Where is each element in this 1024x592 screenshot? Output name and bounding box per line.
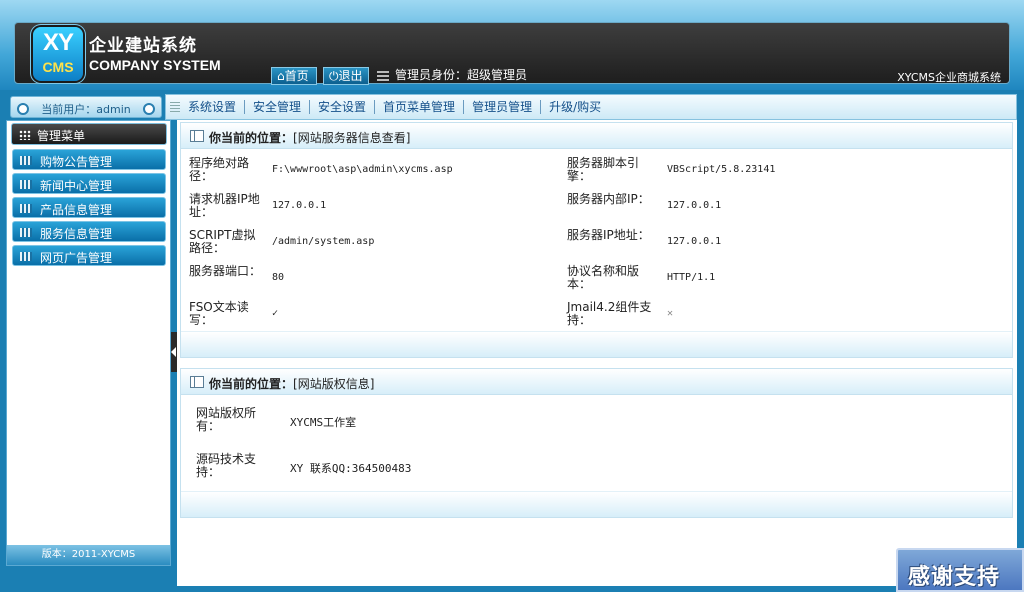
table-row: 请求机器IP地址： 127.0.0.1 服务器内部IP： 127.0.0.1	[189, 191, 989, 227]
sidebar: 管理菜单 购物公告管理 新闻中心管理 产品信息管理 服务信息管理 网页广告管理 …	[6, 120, 171, 566]
menu-header-label: 管理菜单	[37, 129, 86, 143]
nav-item-admin-management[interactable]: 管理员管理	[463, 100, 540, 114]
logo-xy-text: XY	[42, 29, 74, 56]
sidebar-item-news-center[interactable]: 新闻中心管理	[12, 173, 166, 194]
sidebar-item-services[interactable]: 服务信息管理	[12, 221, 166, 242]
panel-footer	[181, 331, 1012, 357]
brand-name: XYCMS企业商城系统	[897, 71, 1001, 84]
menu-header[interactable]: 管理菜单	[11, 123, 167, 145]
field-value: F:\wwwroot\asp\admin\xycms.asp	[272, 164, 453, 175]
table-row: 服务器端口： 80 协议名称和版本： HTTP/1.1	[189, 263, 989, 299]
grid-icon	[19, 130, 31, 140]
cross-icon: ✕	[667, 308, 674, 319]
table-row: 程序绝对路径： F:\wwwroot\asp\admin\xycms.asp 服…	[189, 155, 989, 191]
field-label: 服务器脚本引擎：	[567, 156, 640, 183]
field-label: 网站版权所有：	[196, 406, 257, 433]
nav-item-home-menu[interactable]: 首页菜单管理	[374, 100, 463, 114]
pin-icon	[143, 103, 155, 115]
check-icon: ✓	[272, 308, 279, 319]
list-icon	[20, 228, 32, 237]
nav-item-system-settings[interactable]: 系统设置	[184, 100, 244, 114]
field-value: VBScript/5.8.23141	[667, 164, 776, 175]
panel-header: 你当前的位置：[网站版权信息]	[181, 369, 1012, 395]
thanks-support-badge[interactable]: 感谢支持	[896, 548, 1024, 592]
field-value: 127.0.0.1	[667, 236, 722, 247]
logo-title-cn: 企业建站系统	[89, 36, 197, 56]
logo-cms-text: CMS	[42, 59, 74, 75]
field-value: 80	[272, 272, 285, 283]
sidebar-item-ads[interactable]: 网页广告管理	[12, 245, 166, 266]
power-icon: ⏻	[329, 69, 339, 83]
current-user-bar: 当前用户：admin	[10, 96, 162, 118]
panel-footer	[181, 491, 1012, 517]
sidebar-item-shopping-notice[interactable]: 购物公告管理	[12, 149, 166, 170]
home-button-label: 首页	[284, 69, 309, 83]
field-label: 源码技术支持：	[196, 452, 257, 479]
home-icon: ⌂	[277, 69, 285, 83]
field-label: FSO文本读写：	[189, 300, 249, 327]
field-label: 服务器内部IP：	[567, 192, 650, 206]
server-info-panel: 你当前的位置：[网站服务器信息查看] 程序绝对路径： F:\wwwroot\as…	[180, 122, 1013, 358]
field-value: 127.0.0.1	[272, 200, 327, 211]
window-icon	[190, 376, 204, 388]
table-row: SCRIPT虚拟路径： /admin/system.asp 服务器IP地址： 1…	[189, 227, 989, 263]
field-label: 服务器端口：	[189, 264, 262, 278]
list-icon	[377, 71, 389, 81]
panel-title: 你当前的位置：[网站服务器信息查看]	[209, 131, 411, 145]
sidebar-item-label: 产品信息管理	[40, 203, 113, 217]
field-label: 服务器IP地址：	[567, 228, 650, 242]
sidebar-item-label: 服务信息管理	[40, 227, 113, 241]
field-label: 请求机器IP地址：	[189, 192, 260, 219]
list-icon	[20, 204, 32, 213]
server-info-table: 程序绝对路径： F:\wwwroot\asp\admin\xycms.asp 服…	[189, 155, 989, 335]
sidebar-item-label: 新闻中心管理	[40, 179, 113, 193]
list-icon	[20, 180, 32, 189]
sidebar-item-label: 购物公告管理	[40, 155, 113, 169]
field-value: XYCMS工作室	[290, 416, 357, 429]
list-icon	[20, 252, 32, 261]
header: XY CMS 企业建站系统 COMPANY SYSTEM ⌂首页 ⏻退出 管理员…	[0, 0, 1024, 90]
field-label: SCRIPT虚拟路径：	[189, 228, 256, 255]
table-row: 网站版权所有： XYCMS工作室	[196, 407, 696, 453]
copyright-panel: 你当前的位置：[网站版权信息] 网站版权所有： XYCMS工作室 源码技术支持：…	[180, 368, 1013, 518]
field-label: 程序绝对路径：	[189, 156, 250, 183]
list-icon	[20, 156, 32, 165]
grip-icon	[170, 102, 180, 113]
nav-item-security-management[interactable]: 安全管理	[244, 100, 309, 114]
table-row: FSO文本读写： ✓ Jmail4.2组件支持： ✕	[189, 299, 989, 335]
sidebar-item-label: 网页广告管理	[40, 251, 113, 265]
field-value: HTTP/1.1	[667, 272, 716, 283]
version-footer: 版本：2011-XYCMS	[7, 545, 170, 565]
nav-item-upgrade-buy[interactable]: 升级/购买	[540, 100, 609, 114]
home-button[interactable]: ⌂首页	[271, 67, 317, 85]
logout-button-label: 退出	[338, 69, 363, 83]
logout-button[interactable]: ⏻退出	[323, 67, 369, 85]
field-value: 127.0.0.1	[667, 200, 722, 211]
main-content: 你当前的位置：[网站服务器信息查看] 程序绝对路径： F:\wwwroot\as…	[177, 120, 1017, 586]
panel-header: 你当前的位置：[网站服务器信息查看]	[181, 123, 1012, 149]
window-icon	[190, 130, 204, 142]
current-user-label: 当前用户：admin	[41, 103, 131, 116]
xycms-logo: XY CMS	[33, 27, 83, 81]
field-label: 协议名称和版本：	[567, 264, 640, 291]
panel-title: 你当前的位置：[网站版权信息]	[209, 377, 375, 391]
nav-item-security-settings[interactable]: 安全设置	[309, 100, 374, 114]
top-nav: 系统设置 安全管理 安全设置 首页菜单管理 管理员管理 升级/购买	[165, 94, 1017, 120]
header-bar: XY CMS 企业建站系统 COMPANY SYSTEM ⌂首页 ⏻退出 管理员…	[14, 22, 1010, 85]
copyright-table: 网站版权所有： XYCMS工作室 源码技术支持： XY 联系QQ:3645004…	[196, 407, 696, 499]
field-label: Jmail4.2组件支持：	[567, 300, 652, 327]
field-value: /admin/system.asp	[272, 236, 375, 247]
logo-title-en: COMPANY SYSTEM	[89, 57, 221, 73]
field-value: XY 联系QQ:364500483	[290, 462, 412, 475]
thanks-label: 感谢支持	[908, 565, 1001, 590]
sidebar-menu: 购物公告管理 新闻中心管理 产品信息管理 服务信息管理 网页广告管理	[12, 149, 166, 269]
sidebar-item-products[interactable]: 产品信息管理	[12, 197, 166, 218]
admin-role-text: 管理员身份：超级管理员	[395, 68, 528, 82]
